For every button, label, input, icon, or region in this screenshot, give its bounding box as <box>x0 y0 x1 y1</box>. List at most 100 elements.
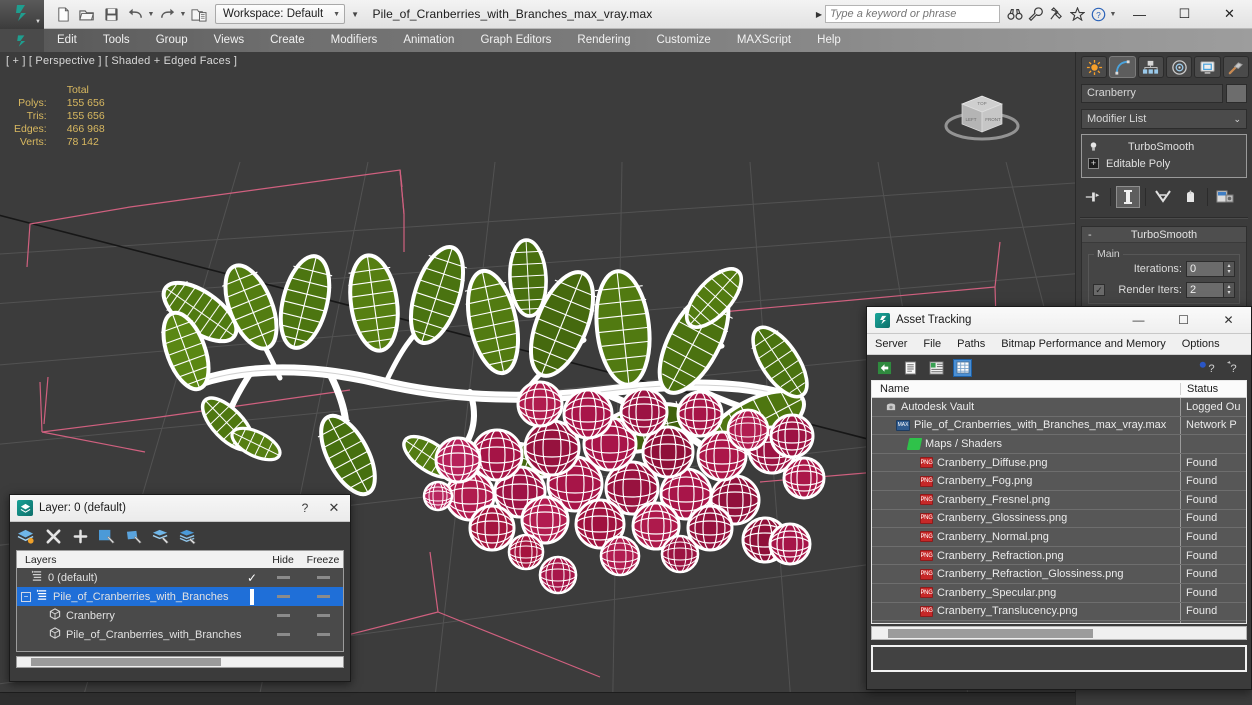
hide-toggle[interactable] <box>263 576 303 579</box>
table-row[interactable]: 0 (default) ✓ <box>17 568 343 587</box>
menu-views[interactable]: Views <box>201 29 257 52</box>
menu-animation[interactable]: Animation <box>390 29 467 52</box>
help-new-icon[interactable]: ? <box>1198 359 1217 377</box>
asset-menu-bitmap-performance[interactable]: Bitmap Performance and Memory <box>993 338 1173 350</box>
hide-toggle[interactable] <box>263 614 303 617</box>
help-icon[interactable]: ? <box>1088 4 1109 25</box>
render-iters-checkbox[interactable]: ✓ <box>1093 284 1105 296</box>
menu-customize[interactable]: Customize <box>643 29 723 52</box>
plus-box-icon[interactable]: + <box>1088 158 1099 169</box>
freeze-toggle[interactable] <box>303 576 343 579</box>
create-tab[interactable] <box>1081 56 1108 78</box>
highlight-selected-objects-layers-icon[interactable] <box>150 525 172 547</box>
table-row[interactable]: PNG Cranberry_Refraction_Glossiness.png F… <box>872 565 1246 584</box>
hide-toggle[interactable] <box>263 595 303 598</box>
layer-dialog-titlebar[interactable]: Layer: 0 (default) ? ✕ <box>10 495 350 522</box>
table-row[interactable]: Maps / Shaders <box>872 435 1246 454</box>
menu-tools[interactable]: Tools <box>90 29 143 52</box>
asset-tracking-grid[interactable]: Name Status Autodesk Vault Logged Ou MAX… <box>871 380 1247 624</box>
search-expand-icon[interactable]: ▶ <box>816 10 822 19</box>
delete-layer-icon[interactable] <box>42 525 64 547</box>
table-row[interactable]: Pile_of_Cranberries_with_Branches <box>17 625 343 644</box>
add-selection-to-layer-icon[interactable] <box>69 525 91 547</box>
satellite-icon[interactable] <box>1046 4 1067 25</box>
motion-tab[interactable] <box>1165 56 1193 78</box>
save-file-icon[interactable] <box>100 3 122 25</box>
table-row-empty[interactable] <box>872 621 1246 623</box>
menu-group[interactable]: Group <box>143 29 201 52</box>
asset-maximize-button[interactable]: ☐ <box>1161 307 1206 334</box>
scrollbar-thumb[interactable] <box>31 658 221 666</box>
menu-edit[interactable]: Edit <box>44 29 90 52</box>
iterations-input[interactable] <box>1186 261 1224 277</box>
table-row[interactable]: PNG Cranberry_Diffuse.png Found <box>872 453 1246 473</box>
table-row[interactable]: Cranberry <box>17 606 343 625</box>
freeze-toggle[interactable] <box>303 614 343 617</box>
minimize-button[interactable]: — <box>1117 0 1162 29</box>
layer-list[interactable]: Layers Hide Freeze 0 (default) ✓ − Pile_… <box>16 550 344 652</box>
help-icon[interactable]: ? <box>1224 359 1243 377</box>
collapse-icon[interactable]: - <box>1088 229 1092 241</box>
remove-modifier-icon[interactable] <box>1178 186 1202 208</box>
current-layer-checkbox[interactable] <box>241 588 263 605</box>
menu-create[interactable]: Create <box>257 29 318 52</box>
undo-icon[interactable] <box>124 3 146 25</box>
redo-dropdown-icon[interactable]: ▼ <box>179 11 187 18</box>
render-iters-input[interactable] <box>1186 282 1224 298</box>
current-layer-check-icon[interactable]: ✓ <box>241 571 263 585</box>
view-cube[interactable]: TOP LEFT FRONT <box>937 74 1027 154</box>
refresh-icon[interactable] <box>875 359 894 377</box>
table-row[interactable]: − Pile_of_Cranberries_with_Branches <box>17 587 343 606</box>
spinner-arrows-icon[interactable]: ▴ ▾ <box>1224 261 1235 277</box>
layer-horizontal-scrollbar[interactable] <box>16 656 344 668</box>
table-row[interactable]: MAX Pile_of_Cranberries_with_Branches_max… <box>872 416 1246 436</box>
asset-menu-file[interactable]: File <box>915 338 949 350</box>
grid-view-icon[interactable] <box>953 358 972 377</box>
table-row[interactable]: PNG Cranberry_Fog.png Found <box>872 472 1246 491</box>
asset-horizontal-scrollbar[interactable] <box>871 626 1247 640</box>
asset-tracking-titlebar[interactable]: Asset Tracking — ☐ ✕ <box>867 307 1251 334</box>
asset-menu-server[interactable]: Server <box>867 338 915 350</box>
render-iters-spinner[interactable]: ▴▾ <box>1186 282 1235 298</box>
table-row[interactable]: PNG Cranberry_Refraction.png Found <box>872 546 1246 566</box>
freeze-toggle[interactable] <box>303 633 343 636</box>
object-color-swatch[interactable] <box>1226 84 1247 103</box>
lightbulb-icon[interactable] <box>1088 141 1099 152</box>
menu-graph-editors[interactable]: Graph Editors <box>467 29 564 52</box>
select-objects-in-layer-icon[interactable] <box>96 525 118 547</box>
expand-collapse-icon[interactable]: − <box>21 591 31 602</box>
menu-modifiers[interactable]: Modifiers <box>318 29 391 52</box>
redo-icon[interactable] <box>156 3 178 25</box>
open-file-icon[interactable] <box>76 3 98 25</box>
layer-close-button[interactable]: ✕ <box>318 500 350 516</box>
object-name-field[interactable]: Cranberry <box>1081 84 1223 103</box>
wrench-icon[interactable] <box>1025 4 1046 25</box>
viewport-label[interactable]: [ + ] [ Perspective ] [ Shaded + Edged F… <box>6 55 237 67</box>
table-row[interactable]: PNG Cranberry_Glossiness.png Found <box>872 509 1246 529</box>
close-button[interactable]: ✕ <box>1207 0 1252 29</box>
asset-minimize-button[interactable]: — <box>1116 307 1161 334</box>
table-row[interactable]: PNG Cranberry_Translucency.png Found <box>872 602 1246 622</box>
rollout-header[interactable]: - TurboSmooth <box>1082 227 1246 243</box>
scrollbar-thumb[interactable] <box>888 628 1093 638</box>
workspace-dropdown-icon[interactable]: ▼ <box>351 10 359 19</box>
asset-close-button[interactable]: ✕ <box>1206 307 1251 334</box>
hierarchy-tab[interactable] <box>1137 56 1164 78</box>
menu-maxscript[interactable]: MAXScript <box>724 29 804 52</box>
star-icon[interactable] <box>1067 4 1088 25</box>
spinner-arrows-icon[interactable]: ▴ ▾ <box>1224 282 1235 298</box>
search-input[interactable] <box>825 5 1000 23</box>
hide-unhide-layer-icon[interactable] <box>177 525 199 547</box>
list-view-icon[interactable] <box>901 359 920 377</box>
show-end-result-icon[interactable] <box>1116 186 1140 208</box>
utilities-tab[interactable] <box>1222 56 1249 78</box>
table-row[interactable]: PNG Cranberry_Specular.png Found <box>872 583 1246 603</box>
maximize-button[interactable]: ☐ <box>1162 0 1207 29</box>
select-highlighted-objects-icon[interactable] <box>123 525 145 547</box>
application-menu-button[interactable]: ▼ <box>0 0 44 29</box>
table-row[interactable]: PNG Cranberry_Normal.png Found <box>872 528 1246 547</box>
binoculars-icon[interactable] <box>1004 4 1025 25</box>
pin-stack-icon[interactable] <box>1081 186 1105 208</box>
create-new-layer-icon[interactable] <box>15 525 37 547</box>
modifier-stack-item-turbosmooth[interactable]: TurboSmooth <box>1082 138 1246 155</box>
